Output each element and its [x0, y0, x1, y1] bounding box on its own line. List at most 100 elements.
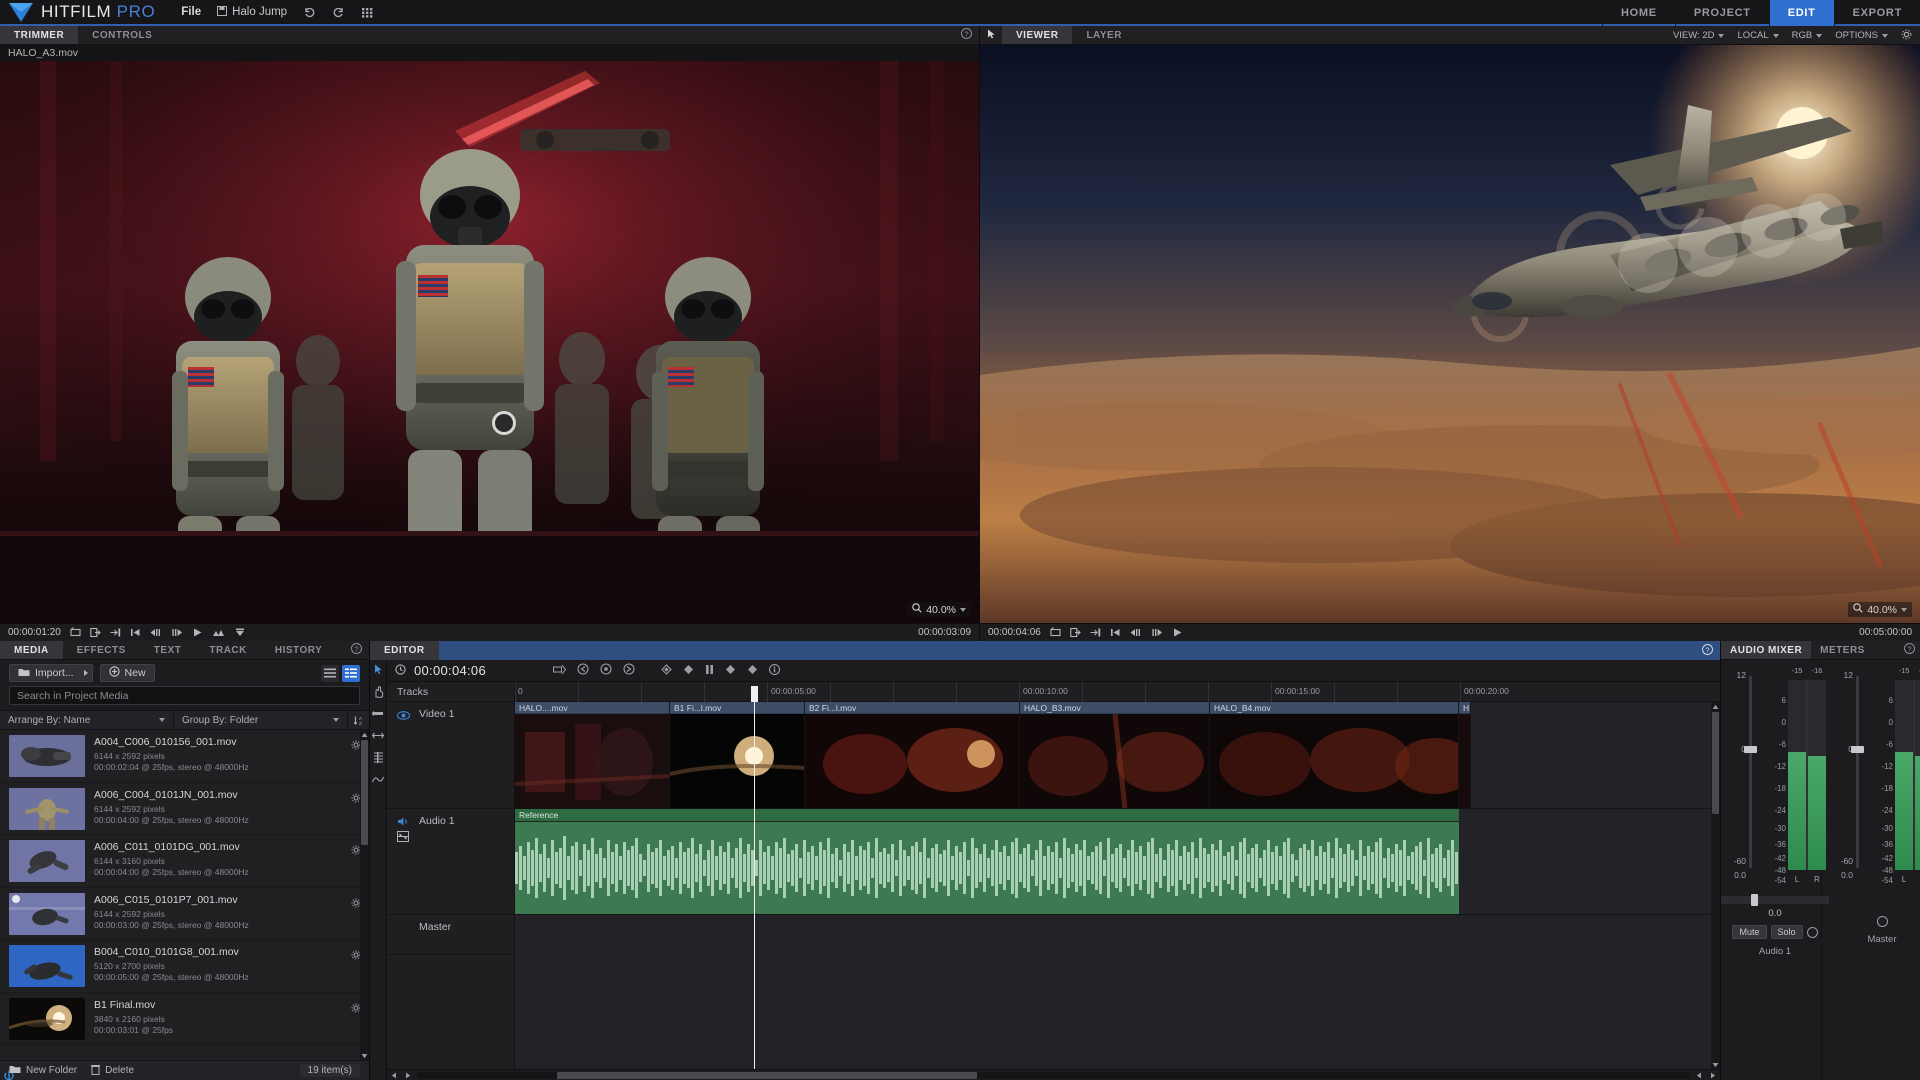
slip-tool-icon[interactable]: [371, 707, 385, 720]
tab-viewer[interactable]: VIEWER: [1002, 26, 1073, 44]
hscroll-track[interactable]: [417, 1071, 1690, 1079]
razor-icon[interactable]: [553, 662, 567, 680]
mark-out-icon[interactable]: [623, 662, 635, 680]
tab-text[interactable]: TEXT: [139, 641, 196, 659]
record-icon[interactable]: [1876, 916, 1888, 927]
trimmer-media-stage[interactable]: 40.0%: [0, 61, 979, 623]
tab-controls[interactable]: CONTROLS: [78, 26, 167, 44]
project-name-display[interactable]: Halo Jump: [217, 5, 287, 19]
channel-fader[interactable]: 12 0 -60 0.0: [1722, 666, 1764, 888]
timeline-current-timecode[interactable]: 00:00:04:06: [414, 663, 486, 678]
grid-icon[interactable]: [361, 6, 374, 19]
timeline-row-master[interactable]: [515, 915, 1720, 955]
undo-icon[interactable]: [303, 6, 316, 19]
tab-effects[interactable]: EFFECTS: [62, 641, 140, 659]
list-item[interactable]: A006_C004_0101JN_001.mov 6144 x 2592 pix…: [0, 783, 369, 835]
gear-icon[interactable]: [1901, 29, 1912, 43]
viewer-options-menu[interactable]: OPTIONS: [1835, 30, 1888, 41]
track-header-video-1[interactable]: Video 1: [387, 702, 514, 809]
tab-audio-mixer[interactable]: AUDIO MIXER: [1721, 641, 1812, 659]
search-input[interactable]: Search in Project Media: [9, 686, 360, 705]
timeline-clip[interactable]: HALO_B4.mov: [1210, 702, 1459, 808]
select-tool-icon[interactable]: [371, 663, 385, 676]
solo-button[interactable]: Solo: [1770, 925, 1803, 939]
scroll-right-end-icon[interactable]: [1706, 1072, 1720, 1079]
hscroll-thumb[interactable]: [557, 1071, 977, 1079]
export-frame-icon[interactable]: [1070, 627, 1081, 638]
scroll-left-icon[interactable]: [387, 1072, 401, 1079]
timeline-vertical-scrollbar[interactable]: [1711, 702, 1720, 1069]
list-item[interactable]: B004_C010_0101G8_001.mov 5120 x 2700 pix…: [0, 940, 369, 993]
nav-tab-export[interactable]: EXPORT: [1833, 0, 1920, 26]
help-icon[interactable]: ?: [961, 26, 972, 44]
file-menu[interactable]: File: [181, 6, 201, 18]
record-icon[interactable]: [1806, 926, 1818, 938]
trimmer-zoom-control[interactable]: 40.0%: [907, 602, 971, 617]
scrollbar-thumb[interactable]: [1712, 712, 1719, 814]
scroll-right-icon[interactable]: [401, 1072, 415, 1079]
step-forward-icon[interactable]: [171, 627, 183, 638]
delete-button[interactable]: Delete: [91, 1064, 134, 1078]
fader-track[interactable]: [1856, 676, 1859, 868]
slide-tool-icon[interactable]: [371, 729, 385, 742]
insert-icon[interactable]: [1090, 627, 1101, 638]
mark-icon[interactable]: [600, 662, 612, 680]
scroll-down-icon[interactable]: [1711, 1060, 1720, 1069]
media-item-list[interactable]: A004_C006_010156_001.mov 6144 x 2592 pix…: [0, 730, 369, 1060]
fader-track[interactable]: [1749, 676, 1752, 868]
go-to-start-icon[interactable]: [130, 627, 141, 638]
timeline-clip[interactable]: HALO....mov: [515, 702, 670, 808]
export-frame-icon[interactable]: [90, 627, 101, 638]
timeline-clip[interactable]: H: [1459, 702, 1471, 808]
pan-slider[interactable]: [1721, 894, 1829, 906]
scroll-up-icon[interactable]: [1711, 702, 1720, 711]
timeline-scroll-area[interactable]: 0 00:00:05:00 00:00:10:00 00:00:15:00 00…: [515, 682, 1720, 1069]
mark-in-icon[interactable]: [577, 662, 589, 680]
timeline-clip[interactable]: B2 Fi...l.mov: [805, 702, 1020, 808]
timeline-clip[interactable]: HALO_B3.mov: [1020, 702, 1210, 808]
viewer-media-stage[interactable]: 40.0%: [980, 45, 1920, 623]
timeline-clip[interactable]: B1 Fi...l.mov: [670, 702, 805, 808]
track-header-audio-1[interactable]: Audio 1: [387, 809, 514, 915]
list-view-icon[interactable]: [321, 664, 339, 682]
playhead-handle[interactable]: [751, 686, 758, 702]
viewer-view-mode[interactable]: VIEW: 2D: [1673, 30, 1725, 41]
channel-fader[interactable]: 12 0 -60 0.0: [1829, 666, 1871, 888]
new-folder-button[interactable]: New Folder: [9, 1064, 77, 1077]
nav-tab-edit[interactable]: EDIT: [1768, 0, 1834, 26]
nav-tab-home[interactable]: HOME: [1602, 0, 1675, 26]
loop-icon[interactable]: [1050, 627, 1061, 638]
keyframe-add-icon[interactable]: [683, 662, 694, 680]
new-button[interactable]: New: [99, 664, 155, 682]
viewer-zoom-control[interactable]: 40.0%: [1848, 602, 1912, 617]
nav-tab-project[interactable]: PROJECT: [1674, 0, 1769, 26]
step-back-icon[interactable]: [150, 627, 162, 638]
mute-button[interactable]: Mute: [1732, 925, 1767, 939]
group-by-dropdown[interactable]: Group By: Folder: [173, 711, 347, 729]
fader-knob[interactable]: [1744, 746, 1757, 753]
go-to-start-icon[interactable]: [1110, 627, 1121, 638]
scrollbar-thumb[interactable]: [361, 740, 368, 845]
tab-track[interactable]: TRACK: [195, 641, 261, 659]
timeline-horizontal-scrollbar[interactable]: [387, 1069, 1720, 1080]
sort-az-icon[interactable]: AZ: [347, 711, 369, 729]
list-item[interactable]: A006_C011_0101DG_001.mov 6144 x 3160 pix…: [0, 835, 369, 888]
redo-icon[interactable]: [332, 6, 345, 19]
rate-tool-icon[interactable]: [371, 773, 385, 786]
tab-history[interactable]: HISTORY: [260, 641, 337, 659]
list-item[interactable]: B1 Final.mov 3840 x 2160 pixels 00:00:03…: [0, 993, 369, 1045]
hand-tool-icon[interactable]: [371, 685, 385, 698]
scroll-up-icon[interactable]: [360, 730, 369, 739]
pan-knob[interactable]: [1751, 894, 1758, 906]
arrange-by-dropdown[interactable]: Arrange By: Name: [0, 711, 173, 729]
play-icon[interactable]: [1172, 627, 1183, 638]
info-icon[interactable]: [768, 662, 781, 680]
timeline-row-audio-1[interactable]: Reference: [515, 809, 1720, 915]
step-forward-icon[interactable]: [1151, 627, 1163, 638]
timeline-playhead[interactable]: [754, 702, 755, 1069]
keyframe-icon[interactable]: [747, 662, 758, 680]
fader-knob[interactable]: [1851, 746, 1864, 753]
tab-meters[interactable]: METERS: [1811, 641, 1874, 659]
help-icon[interactable]: ?: [1904, 641, 1915, 659]
timeline-row-video-1[interactable]: HALO....mov B1 Fi...l.mov B2 Fi...l.mov …: [515, 702, 1720, 809]
